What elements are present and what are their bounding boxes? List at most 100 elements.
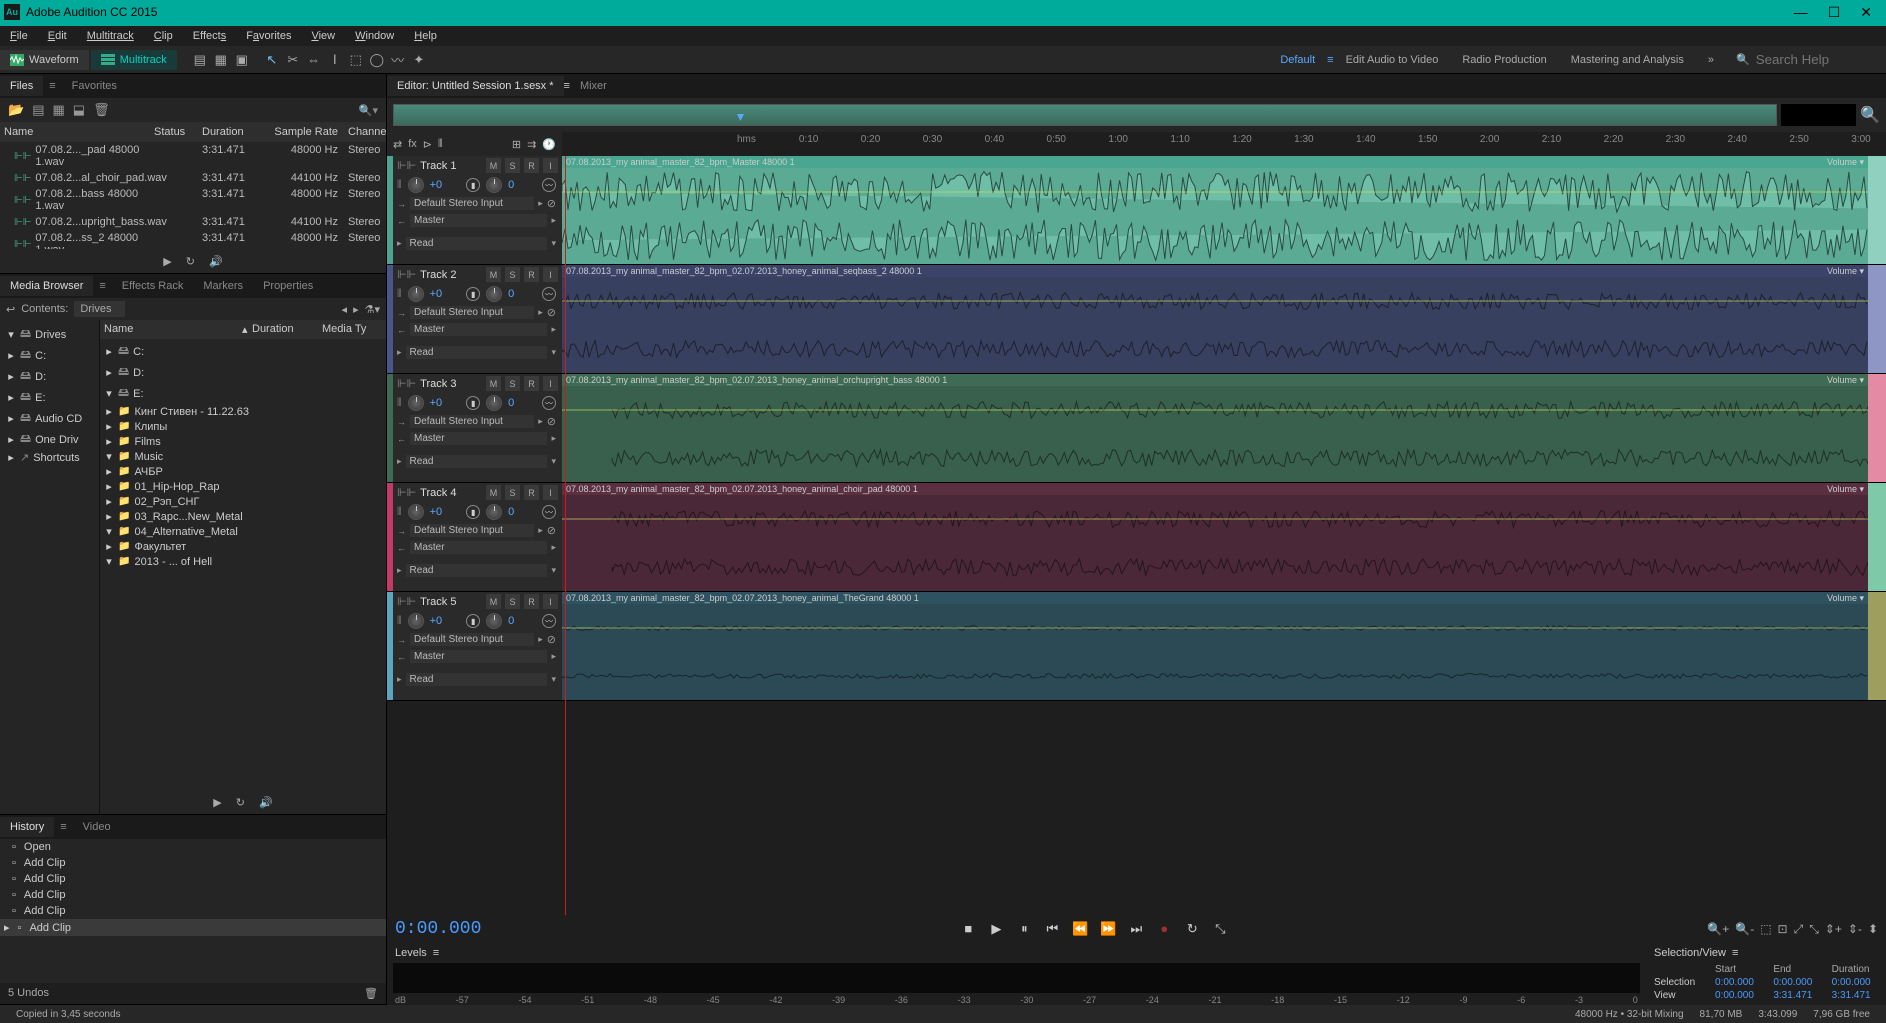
record-button[interactable]: ● <box>1155 921 1173 937</box>
tab-files[interactable]: Files <box>0 76 43 96</box>
clip-volume-label[interactable]: Volume ▾ <box>1827 375 1864 386</box>
mb-contents-dropdown[interactable]: Drives <box>74 301 125 317</box>
drive-item[interactable]: ▸🖴Audio CD <box>6 408 93 429</box>
pan-value[interactable]: 0 <box>508 397 514 409</box>
track-r-button[interactable]: R <box>524 376 539 391</box>
skip-button[interactable]: ⤡ <box>1211 921 1229 937</box>
tree-node[interactable]: ▸📁Клипы <box>104 419 382 434</box>
track-s-button[interactable]: S <box>505 376 520 391</box>
track-m-button[interactable]: M <box>486 267 501 282</box>
new-multitrack-icon[interactable]: ▦ <box>52 102 64 118</box>
selview-menu-icon[interactable]: ≡ <box>1732 947 1738 959</box>
expand-icon[interactable]: ▸ <box>104 405 114 418</box>
phase-icon[interactable]: ⊘ <box>547 197 556 210</box>
tree-node[interactable]: ▾📁Music <box>104 449 382 464</box>
tab-video[interactable]: Video <box>73 817 121 837</box>
volume-value[interactable]: +0 <box>430 506 443 518</box>
new-file-icon[interactable]: ▤ <box>32 102 44 118</box>
expand-icon[interactable]: ▾ <box>104 555 114 568</box>
workspace-overflow-icon[interactable]: » <box>1696 50 1726 70</box>
open-file-icon[interactable]: 📂 <box>8 102 24 118</box>
chevron-right-icon[interactable]: ▸ <box>551 651 556 662</box>
files-autoplay-icon[interactable]: 🔊 <box>209 255 223 268</box>
col-rate[interactable]: Sample Rate <box>262 126 348 138</box>
menu-clip[interactable]: Clip <box>144 27 183 45</box>
close-button[interactable]: ✕ <box>1860 4 1872 21</box>
track-m-button[interactable]: M <box>486 485 501 500</box>
pan-value[interactable]: 0 <box>508 179 514 191</box>
history-item[interactable]: ▫Add Clip <box>0 887 386 903</box>
view-end[interactable]: 3:31.471 <box>1773 990 1819 1001</box>
waveform-mode-button[interactable]: Waveform <box>0 50 89 70</box>
expand-icon[interactable]: ▾ <box>104 525 114 538</box>
track-name[interactable]: Track 4 <box>420 487 482 499</box>
monitor-input-icon[interactable]: 〰 <box>542 178 556 192</box>
file-row[interactable]: ⊩⊩07.08.2...upright_bass.wav3:31.4714410… <box>0 214 386 230</box>
forward-button[interactable]: ⏩ <box>1099 921 1117 937</box>
tree-node[interactable]: ▸📁АЧБР <box>104 464 382 479</box>
tree-node[interactable]: ▸🖴C: <box>104 341 382 362</box>
expand-icon[interactable]: ▸ <box>104 510 114 523</box>
output-select[interactable]: Master <box>410 323 547 336</box>
clip-volume-label[interactable]: Volume ▾ <box>1827 484 1864 495</box>
editor-tab[interactable]: Editor: Untitled Session 1.sesx * <box>387 76 564 96</box>
search-help[interactable]: 🔍 <box>1726 52 1886 67</box>
next-button[interactable]: ⏭ <box>1127 921 1145 937</box>
menu-effects[interactable]: Effects <box>183 27 236 45</box>
monitor-input-icon[interactable]: 〰 <box>542 505 556 519</box>
workspace-default[interactable]: Default <box>1268 50 1327 70</box>
volume-knob[interactable] <box>408 177 424 193</box>
marquee-icon[interactable]: ⬚ <box>347 51 365 69</box>
expand-icon[interactable]: ▸ <box>104 465 114 478</box>
chevron-right-icon[interactable]: ▸ <box>551 324 556 335</box>
tab-favorites[interactable]: Favorites <box>62 76 127 96</box>
track-r-button[interactable]: R <box>524 485 539 500</box>
sel-start[interactable]: 0:00.000 <box>1715 977 1761 988</box>
overview-bar[interactable] <box>393 104 1777 126</box>
automation-mode[interactable]: Read <box>406 673 548 686</box>
insert-icon[interactable]: ⬓ <box>73 102 85 118</box>
track-i-button[interactable]: I <box>543 594 558 609</box>
volume-knob[interactable] <box>408 504 424 520</box>
chevron-right-icon[interactable]: ▸ <box>538 307 543 318</box>
tl-metronome-icon[interactable]: 🕐 <box>542 138 556 151</box>
mb-col-name[interactable]: Name <box>104 323 242 336</box>
track-color-strip[interactable] <box>387 592 393 700</box>
shortcuts-item[interactable]: Shortcuts <box>33 452 79 464</box>
mb-play-icon[interactable]: ▶ <box>213 796 221 809</box>
prev-button[interactable]: ⏮ <box>1043 921 1061 937</box>
stop-button[interactable]: ■ <box>959 921 977 937</box>
chevron-right-icon[interactable]: ▸ <box>551 542 556 553</box>
audio-clip[interactable]: 07.08.2013_my animal_master_82_bpm_02.07… <box>562 265 1868 374</box>
overview-zoom-icon[interactable]: 🔍 <box>1860 105 1880 125</box>
track-i-button[interactable]: I <box>543 485 558 500</box>
chevron-down-icon[interactable]: ▾ <box>551 347 556 358</box>
volume-value[interactable]: +0 <box>430 615 443 627</box>
output-select[interactable]: Master <box>410 650 547 663</box>
track-name[interactable]: Track 1 <box>420 160 482 172</box>
maximize-button[interactable]: ☐ <box>1828 4 1841 21</box>
pause-button[interactable]: ⏸ <box>1015 921 1033 937</box>
play-button[interactable]: ▶ <box>987 921 1005 937</box>
history-item[interactable]: ▸▫Add Clip <box>0 919 386 936</box>
workspace-editvideo[interactable]: Edit Audio to Video <box>1334 50 1451 70</box>
tool-spectral-icon[interactable]: ▤ <box>191 51 209 69</box>
sel-dur[interactable]: 0:00.000 <box>1832 977 1878 988</box>
zoom-in-pt-icon[interactable]: ⤢ <box>1794 922 1804 937</box>
automation-mode[interactable]: Read <box>406 237 548 250</box>
mb-col-media[interactable]: Media Ty <box>322 323 382 336</box>
tree-node[interactable]: ▸🖴D: <box>104 362 382 383</box>
spot-heal-icon[interactable]: ✦ <box>410 51 428 69</box>
history-panel-menu-icon[interactable]: ≡ <box>54 821 72 833</box>
tl-eq-icon[interactable]: ⫴ <box>438 138 443 151</box>
tool-pitch-icon[interactable]: ▦ <box>212 51 230 69</box>
track-color-strip[interactable] <box>387 483 393 591</box>
output-select[interactable]: Master <box>410 214 547 227</box>
track-s-button[interactable]: S <box>505 158 520 173</box>
files-panel-menu-icon[interactable]: ≡ <box>43 80 61 92</box>
tree-node[interactable]: ▸📁Кинг Стивен - 11.22.63 <box>104 404 382 419</box>
track-name[interactable]: Track 5 <box>420 596 482 608</box>
pan-knob[interactable] <box>486 613 502 629</box>
track-color-strip[interactable] <box>387 265 393 373</box>
pan-value[interactable]: 0 <box>508 615 514 627</box>
